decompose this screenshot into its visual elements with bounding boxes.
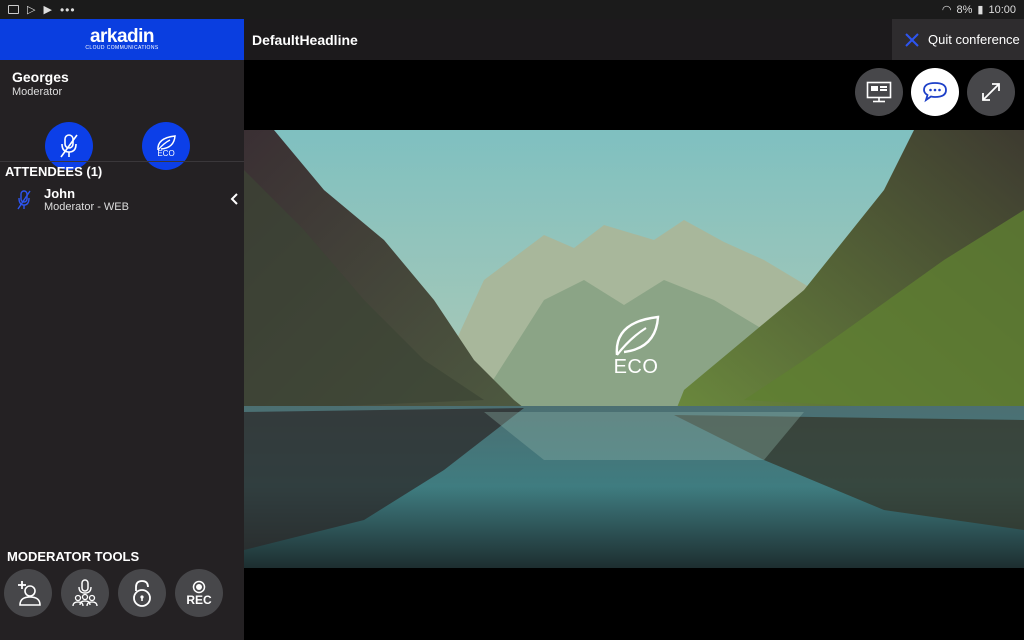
battery-icon: ▮ (977, 4, 984, 16)
record-label: REC (186, 593, 212, 607)
brand-tagline: CLOUD COMMUNICATIONS (85, 45, 159, 51)
quit-conference-label: Quit conference (928, 32, 1020, 47)
view-controls (855, 68, 1015, 116)
mute-button[interactable] (45, 122, 93, 170)
clock: 10:00 (988, 3, 1016, 16)
moderator-tools: REC (4, 569, 223, 617)
wifi-icon: ◠ (941, 4, 952, 16)
chat-button[interactable] (911, 68, 959, 116)
sidebar: arkadin CLOUD COMMUNICATIONS Georges Mod… (0, 19, 244, 640)
current-user: Georges Moderator (0, 60, 244, 98)
brand-logo: arkadin CLOUD COMMUNICATIONS (0, 19, 244, 60)
attendee-item[interactable]: John Moderator - WEB (17, 186, 129, 213)
add-user-button[interactable] (4, 569, 52, 617)
fullscreen-button[interactable] (967, 68, 1015, 116)
user-role: Moderator (12, 86, 63, 98)
attendee-name: John (44, 186, 76, 201)
attendee-role: Moderator - WEB (44, 201, 129, 213)
mic-off-icon (60, 134, 78, 158)
sidebar-divider (0, 161, 244, 162)
user-actions: ECO (0, 122, 244, 170)
eco-mode-overlay: ECO (610, 314, 662, 379)
eco-label: ECO (613, 356, 659, 378)
add-user-icon (18, 581, 41, 606)
video-stage: ECO (244, 130, 1024, 568)
headline: DefaultHeadline (252, 31, 358, 48)
attendees-header: ATTENDEES (1) (5, 164, 103, 179)
screen-share-icon (866, 81, 892, 103)
battery-level: 8% (956, 3, 973, 16)
mute-all-button[interactable] (61, 569, 109, 617)
user-name: Georges (12, 69, 69, 85)
mic-off-icon (17, 190, 31, 210)
chevron-left-icon[interactable] (229, 192, 239, 206)
play-icon: ▶ (43, 4, 52, 16)
system-status-bar: ▷ ▶ ••• ◠ 8% ▮ 10:00 (0, 0, 1024, 19)
eco-mode-button[interactable]: ECO (142, 122, 190, 170)
expand-icon (982, 83, 1000, 101)
lock-conference-button[interactable] (118, 569, 166, 617)
mute-all-icon (72, 579, 98, 607)
close-icon (905, 32, 919, 47)
leaf-icon (615, 315, 660, 356)
play-store-icon: ▷ (27, 4, 36, 16)
eco-mini-label: ECO (157, 149, 175, 158)
brand-name: arkadin (89, 26, 155, 47)
conference-header: DefaultHeadline Quit conference (244, 19, 1024, 60)
screen-share-button[interactable] (855, 68, 903, 116)
record-icon (192, 580, 206, 594)
more-notifications-icon: ••• (59, 2, 76, 17)
gallery-icon (8, 5, 19, 14)
record-button[interactable]: REC (175, 569, 223, 617)
lock-icon (133, 580, 151, 607)
moderator-tools-header: MODERATOR TOOLS (7, 549, 140, 564)
chat-icon (923, 82, 947, 103)
quit-conference-button[interactable]: Quit conference (892, 19, 1024, 60)
